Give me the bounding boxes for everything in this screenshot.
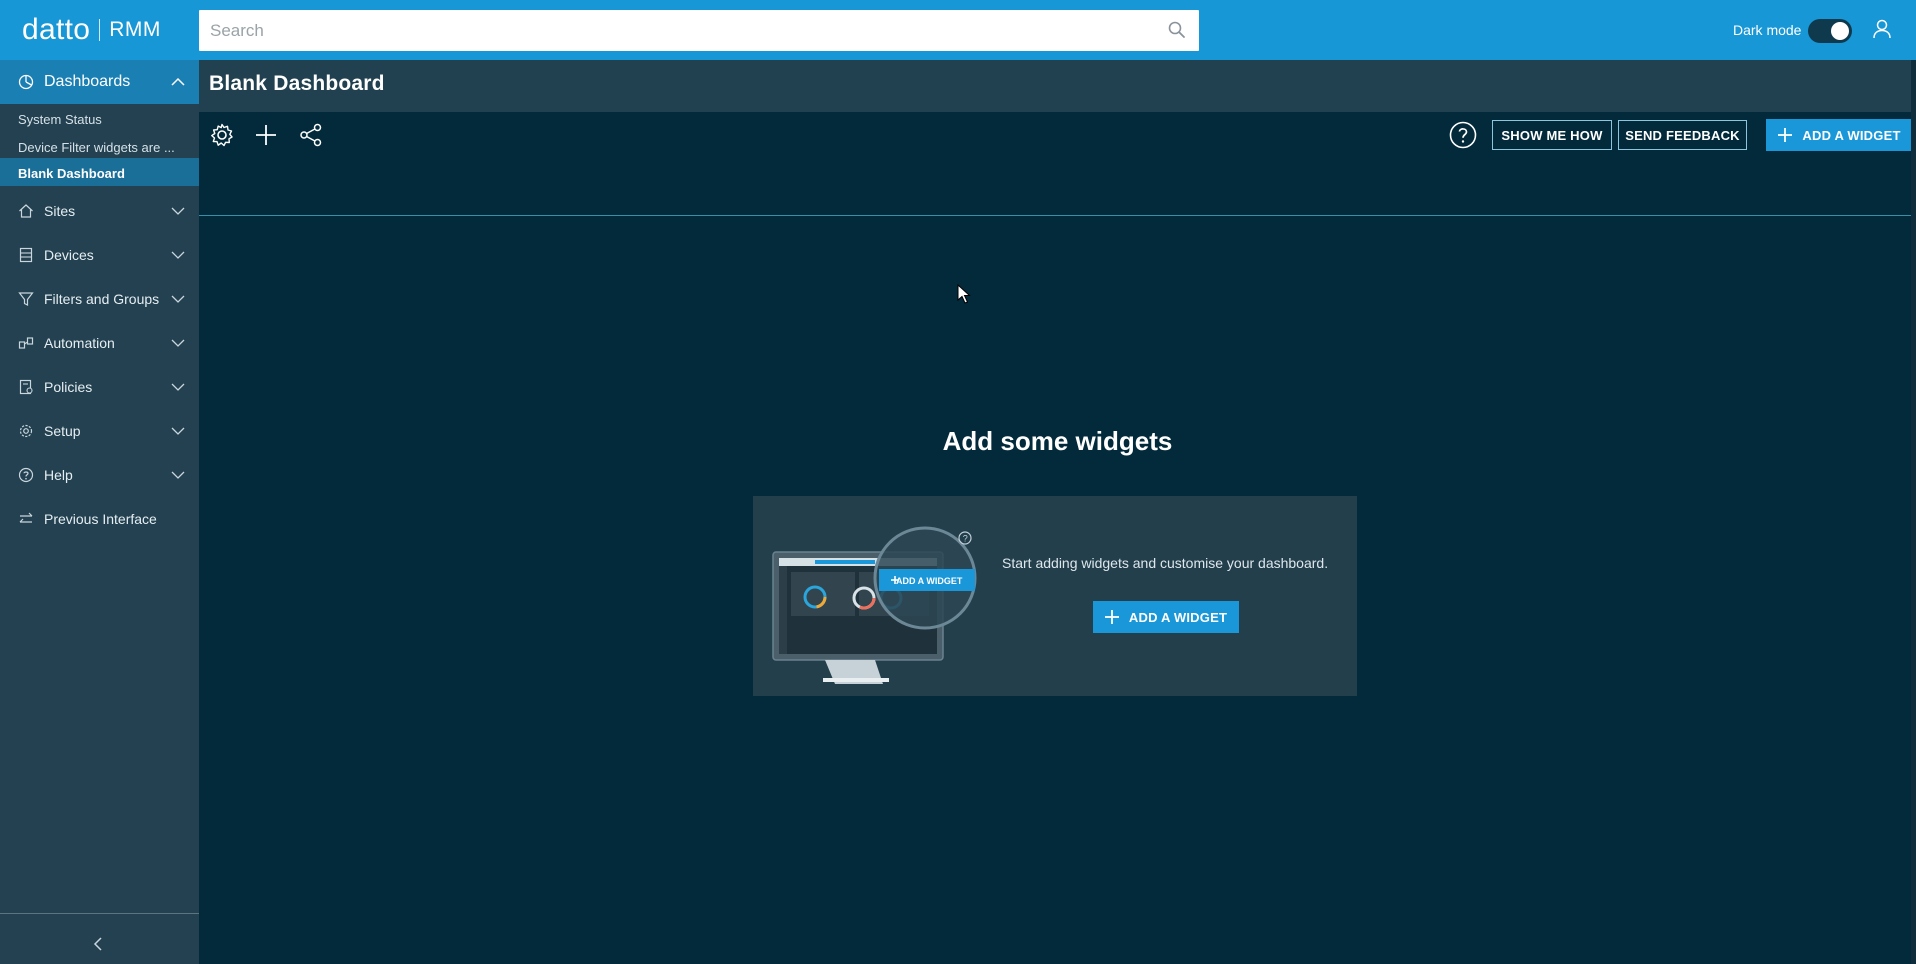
logo-product: RMM xyxy=(109,18,161,41)
dashboard-icon xyxy=(18,74,34,90)
add-widget-toolbar-button[interactable]: ADD A WIDGET xyxy=(1766,119,1913,151)
logo-separator xyxy=(99,19,101,41)
dark-mode-toggle[interactable] xyxy=(1808,19,1852,43)
sidebar-item-previous-interface[interactable]: Previous Interface xyxy=(0,497,199,541)
sidebar-item-automation[interactable]: Automation xyxy=(0,321,199,365)
settings-gear-icon[interactable] xyxy=(209,122,235,148)
sidebar-item-label: Dashboards xyxy=(44,73,131,90)
dark-mode-label: Dark mode xyxy=(1733,22,1802,38)
automation-icon xyxy=(18,337,34,349)
add-widget-button[interactable]: ADD A WIDGET xyxy=(1093,601,1239,633)
empty-state-card: ? ADD A WIDGET Start adding widgets and … xyxy=(753,496,1357,696)
chevron-down-icon[interactable] xyxy=(171,338,185,348)
dashboard-link-blank[interactable]: Blank Dashboard xyxy=(18,166,125,181)
search-bar xyxy=(199,10,1199,51)
home-icon xyxy=(19,204,33,218)
sidebar-item-label: Automation xyxy=(44,335,115,351)
main-content: Blank Dashboard SHOW ME HOW SEND FEEDBAC… xyxy=(199,60,1916,964)
sidebar-item-help[interactable]: Help xyxy=(0,453,199,497)
search-input[interactable] xyxy=(199,10,1159,51)
logo[interactable]: datto RMM xyxy=(22,13,161,47)
empty-state-description: Start adding widgets and customise your … xyxy=(1002,555,1329,571)
help-icon xyxy=(18,467,34,483)
empty-state-title: Add some widgets xyxy=(942,426,1173,456)
toolbar-divider xyxy=(199,215,1916,216)
sidebar-divider xyxy=(0,913,199,914)
collapse-sidebar-icon[interactable] xyxy=(90,934,106,954)
sidebar-item-sites[interactable]: Sites xyxy=(0,189,199,233)
sidebar-item-label: Help xyxy=(44,467,73,483)
sidebar-item-label: Setup xyxy=(44,423,81,439)
svg-text:?: ? xyxy=(963,534,968,544)
sidebar-item-label: Policies xyxy=(44,379,93,395)
chevron-down-icon[interactable] xyxy=(171,206,185,216)
policies-icon xyxy=(19,379,33,395)
help-circle-icon[interactable] xyxy=(1449,121,1477,149)
sidebar-item-label: Previous Interface xyxy=(44,511,157,527)
send-feedback-button[interactable]: SEND FEEDBACK xyxy=(1618,120,1747,150)
add-widget-label: ADD A WIDGET xyxy=(1802,127,1901,143)
chevron-down-icon[interactable] xyxy=(171,426,185,436)
plus-icon xyxy=(1778,128,1793,142)
sidebar-item-devices[interactable]: Devices xyxy=(0,233,199,277)
sidebar-item-label: Sites xyxy=(44,203,76,219)
scrollbar[interactable] xyxy=(1911,60,1916,964)
chevron-up-icon[interactable] xyxy=(171,77,185,87)
add-icon[interactable] xyxy=(253,122,279,148)
chevron-down-icon[interactable] xyxy=(171,250,185,260)
search-icon[interactable] xyxy=(1167,20,1187,40)
sidebar: Dashboards System Status Device Filter w… xyxy=(0,60,199,964)
sidebar-item-filters-groups[interactable]: Filters and Groups xyxy=(0,277,199,321)
sidebar-item-setup[interactable]: Setup xyxy=(0,409,199,453)
title-bar: Blank Dashboard xyxy=(199,60,1916,112)
sidebar-item-dashboards[interactable]: Dashboards xyxy=(0,60,199,104)
plus-icon xyxy=(1104,610,1119,624)
mouse-cursor-icon xyxy=(957,284,971,304)
devices-icon xyxy=(19,247,33,263)
dashboard-link-device-filter[interactable]: Device Filter widgets are ... xyxy=(18,140,175,155)
share-icon[interactable] xyxy=(298,122,324,148)
show-me-how-button[interactable]: SHOW ME HOW xyxy=(1492,120,1612,150)
chevron-down-icon[interactable] xyxy=(171,382,185,392)
user-icon[interactable] xyxy=(1871,18,1893,40)
sidebar-item-policies[interactable]: Policies xyxy=(0,365,199,409)
swap-icon xyxy=(19,512,33,523)
sidebar-item-label: Filters and Groups xyxy=(44,291,160,307)
dashboard-illustration: ? xyxy=(772,526,977,684)
page-title: Blank Dashboard xyxy=(209,72,385,95)
logo-brand: datto xyxy=(22,13,91,46)
top-bar: datto RMM Dark mode xyxy=(0,0,1916,60)
chevron-down-icon[interactable] xyxy=(171,294,185,304)
dashboard-link-system-status[interactable]: System Status xyxy=(18,112,102,127)
filter-icon xyxy=(18,292,34,306)
illustration-button-label: ADD A WIDGET xyxy=(896,576,963,586)
sidebar-item-label: Devices xyxy=(44,247,94,263)
chevron-down-icon[interactable] xyxy=(171,470,185,480)
toggle-knob xyxy=(1831,22,1849,40)
add-widget-label: ADD A WIDGET xyxy=(1128,609,1228,625)
gear-icon xyxy=(19,424,33,438)
